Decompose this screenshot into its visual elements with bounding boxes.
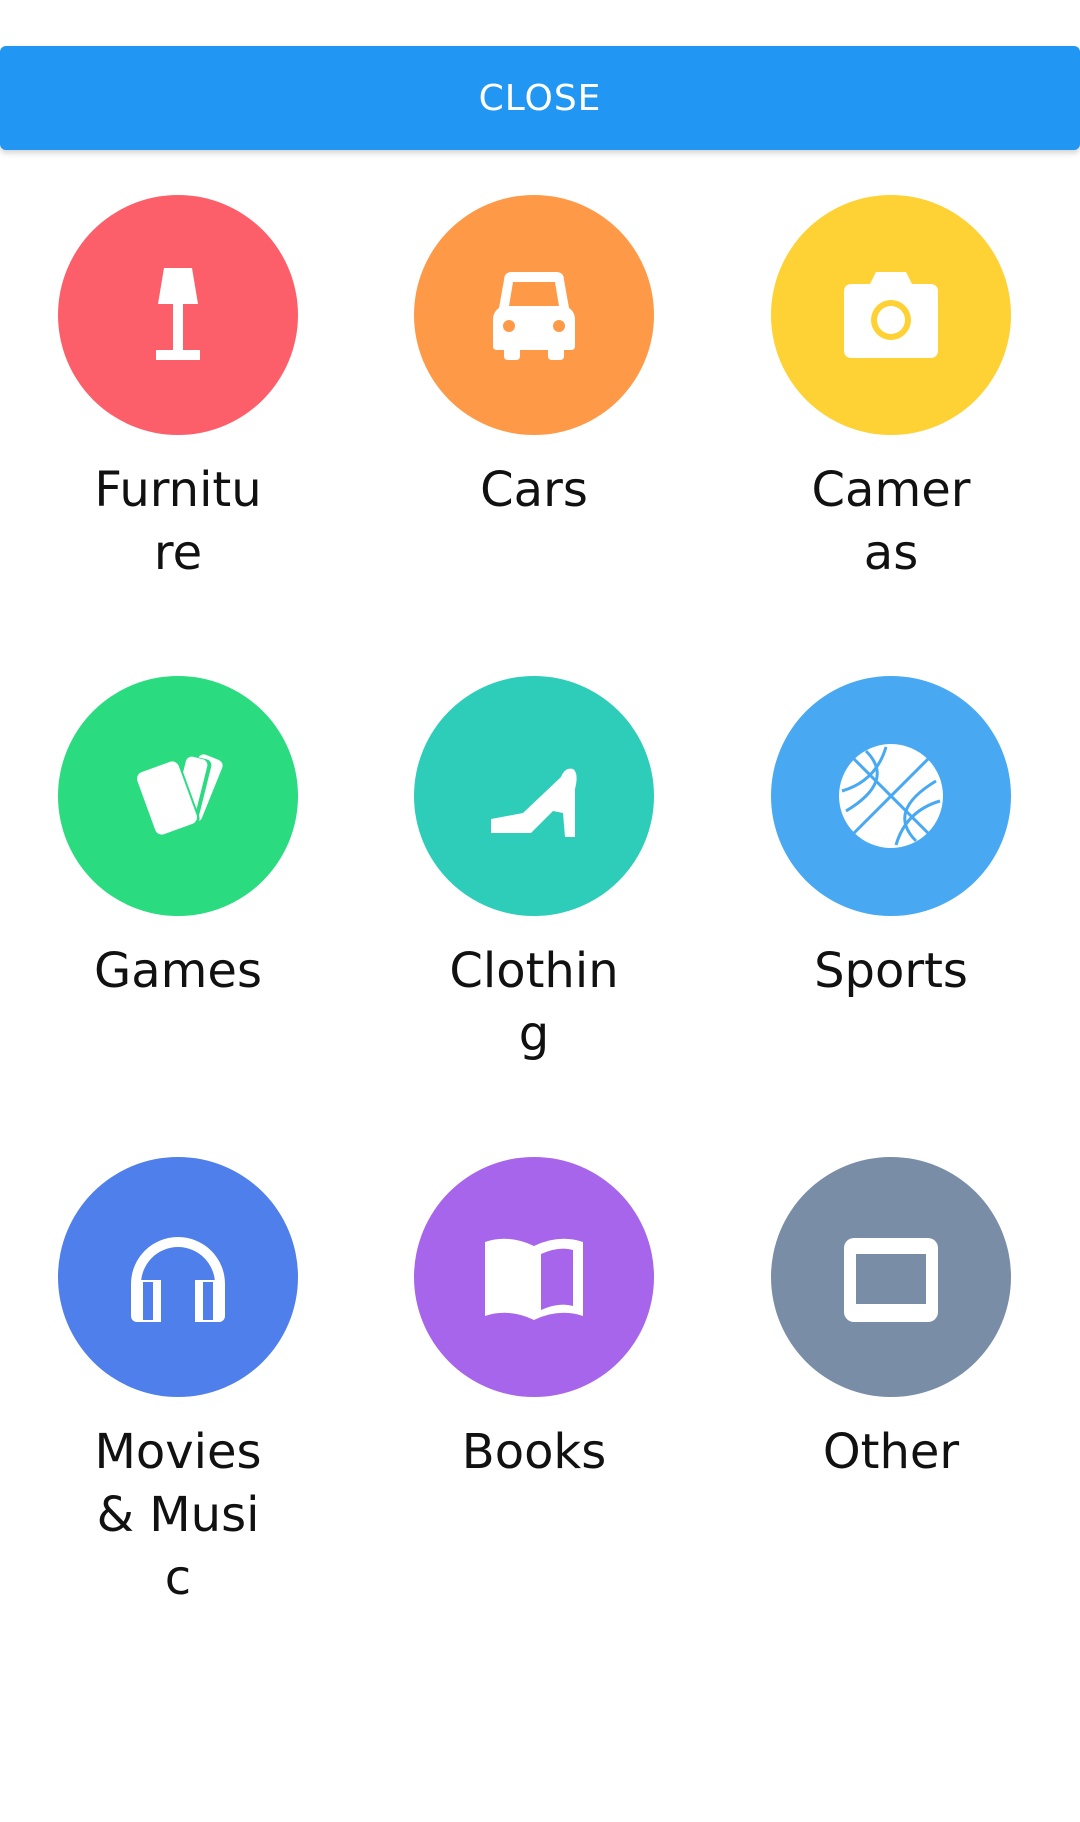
book-icon [485,1238,583,1320]
category-movies-music[interactable]: Movies & Music [28,1157,328,1610]
camera-icon [844,272,938,358]
category-grid: Furniture Cars Cameras Games Clothing Sp… [0,0,1080,1822]
category-cameras[interactable]: Cameras [741,195,1041,585]
category-label: Sports [814,943,968,999]
category-circle [414,676,654,916]
category-label: Games [94,943,262,999]
category-circle [771,195,1011,435]
category-sports[interactable]: Sports [741,676,1041,1003]
category-label: Furniture [94,462,262,581]
category-circle [771,676,1011,916]
basketball-icon [839,744,943,848]
category-circle [414,195,654,435]
category-label: Other [822,1424,960,1480]
high-heel-icon [491,768,577,837]
category-circle [771,1157,1011,1397]
category-furniture[interactable]: Furniture [28,195,328,585]
category-clothing[interactable]: Clothing [384,676,684,1066]
category-label: Cars [480,462,588,518]
category-circle [414,1157,654,1397]
category-label: Books [461,1424,607,1480]
cards-icon [134,754,223,838]
headphones-icon [131,1237,225,1322]
category-games[interactable]: Games [28,676,328,1003]
category-label: Movies & Music [94,1424,262,1606]
category-circle [58,676,298,916]
car-icon [493,272,575,360]
category-label: Clothing [449,943,619,1062]
category-circle [58,195,298,435]
window-icon [844,1238,938,1322]
category-books[interactable]: Books [384,1157,684,1484]
category-cars[interactable]: Cars [384,195,684,522]
category-label: Cameras [811,462,971,581]
category-circle [58,1157,298,1397]
lamp-icon [156,268,200,360]
category-other[interactable]: Other [741,1157,1041,1484]
